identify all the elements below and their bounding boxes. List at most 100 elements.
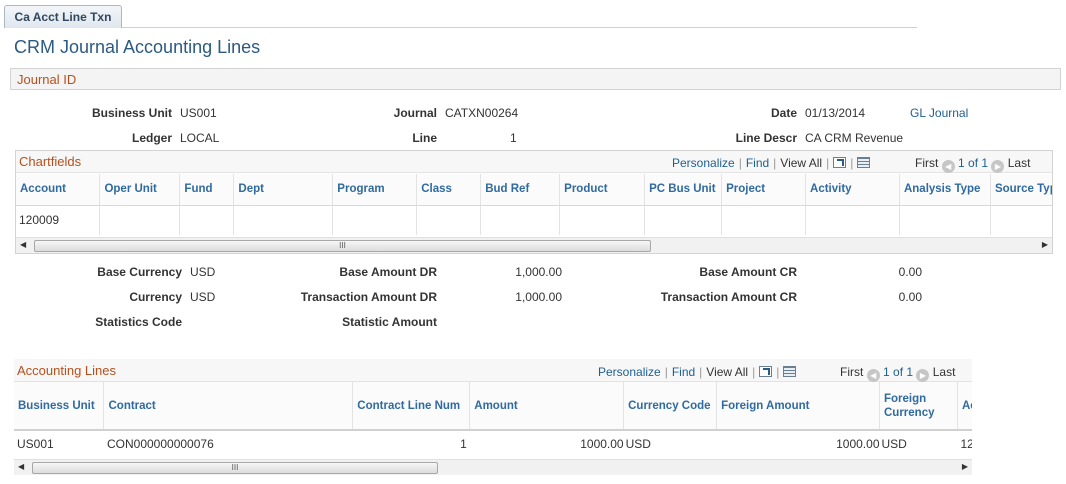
- accounting-lines-title: Accounting Lines: [17, 363, 117, 378]
- table-cell: [559, 205, 646, 235]
- download-grid-icon[interactable]: [783, 366, 797, 377]
- chartfields-grid-nav: Personalize | Find | View All | |: [672, 156, 871, 170]
- column-header[interactable]: PC Bus Unit: [644, 174, 723, 206]
- journal-label: Journal: [393, 106, 437, 120]
- accounting-lines-grid: Accounting Lines Personalize | Find | View A…: [14, 359, 972, 479]
- chartfields-grid-header: Chartfields Personalize | Find | View All | | …: [16, 151, 1052, 173]
- scrollbar-thumb[interactable]: III: [34, 240, 651, 252]
- chartfields-range: 1 of 1: [958, 156, 989, 170]
- base-amount-cr-label: Base Amount CR: [699, 265, 797, 279]
- scroll-right-icon[interactable]: ▶: [962, 462, 968, 471]
- accounting-lines-last-label: Last: [932, 365, 956, 379]
- column-header[interactable]: Currency Code: [623, 382, 718, 431]
- chartfields-first-label: First: [915, 156, 939, 170]
- column-header[interactable]: Dept: [233, 174, 334, 206]
- chartfields-last-label: Last: [1007, 156, 1031, 170]
- accounting-lines-view-all-link[interactable]: View All: [706, 365, 748, 379]
- accounting-lines-range: 1 of 1: [883, 365, 914, 379]
- column-header[interactable]: Program: [332, 174, 418, 206]
- table-cell: [480, 205, 561, 235]
- table-cell: [899, 205, 991, 235]
- accounting-lines-header-row: Business Unit Contract Contract Line Num…: [14, 382, 972, 431]
- line-value: 1: [510, 131, 517, 145]
- chartfields-grid: Chartfields Personalize | Find | View All | | …: [15, 150, 1053, 254]
- base-currency-value: USD: [190, 265, 216, 279]
- chartfields-horizontal-scrollbar[interactable]: ◀ III ▶: [16, 237, 1052, 253]
- accounting-lines-first-label: First: [840, 365, 864, 379]
- scroll-right-icon[interactable]: ▶: [1042, 240, 1048, 249]
- column-header[interactable]: Activity: [805, 174, 900, 206]
- column-header[interactable]: Account: [16, 174, 101, 206]
- accounting-lines-horizontal-scrollbar[interactable]: ◀ III ▶: [14, 459, 972, 475]
- base-currency-label: Base Currency: [97, 265, 182, 279]
- table-row: 120009: [16, 205, 1052, 235]
- currency-label: Currency: [129, 290, 182, 304]
- column-header[interactable]: Project: [721, 174, 807, 206]
- foreign-amount-cell: 1000.00: [836, 437, 880, 451]
- table-cell: [644, 205, 723, 235]
- previous-arrow-icon[interactable]: ◀: [941, 160, 955, 173]
- accounting-lines-table-viewport: Business Unit Contract Contract Line Num…: [14, 382, 972, 459]
- column-header[interactable]: Class: [416, 174, 482, 206]
- accounting-lines-find-link[interactable]: Find: [672, 365, 695, 379]
- chartfields-view-all-link[interactable]: View All: [780, 156, 822, 170]
- base-amount-cr-value: 0.00: [898, 265, 922, 279]
- chartfields-personalize-link[interactable]: Personalize: [672, 156, 735, 170]
- column-header[interactable]: Bud Ref: [480, 174, 561, 206]
- chartfields-find-link[interactable]: Find: [746, 156, 769, 170]
- date-label: Date: [770, 106, 797, 120]
- transaction-amount-cr-label: Transaction Amount CR: [660, 290, 797, 304]
- table-row: US001 CON000000000076 1 1000.00 USD 1000…: [14, 430, 972, 457]
- column-header[interactable]: Product: [559, 174, 646, 206]
- column-header[interactable]: Business Unit: [14, 382, 105, 431]
- table-cell: [99, 205, 181, 235]
- contract-cell: CON000000000076: [106, 437, 214, 451]
- journal-value: CATXN00264: [445, 106, 519, 120]
- table-cell: 12: [960, 437, 972, 451]
- foreign-currency-cell: USD: [881, 437, 907, 451]
- zoom-icon[interactable]: [759, 366, 773, 377]
- base-amount-dr-label: Base Amount DR: [339, 265, 437, 279]
- accounting-lines-pager: First ◀ 1 of 1 ▶ Last: [840, 365, 955, 382]
- page-title: CRM Journal Accounting Lines: [14, 37, 261, 57]
- next-arrow-icon[interactable]: ▶: [916, 369, 930, 382]
- contract-line-num-cell: 1: [460, 437, 467, 451]
- accounting-lines-personalize-link[interactable]: Personalize: [598, 365, 661, 379]
- line-descr-label: Line Descr: [735, 131, 797, 145]
- column-header[interactable]: Fund: [179, 174, 235, 206]
- business-unit-label: Business Unit: [91, 106, 172, 120]
- line-descr-value: CA CRM Revenue: [805, 131, 904, 145]
- base-amount-dr-value: 1,000.00: [515, 265, 562, 279]
- column-header[interactable]: Oper Unit: [99, 174, 181, 206]
- table-cell: [332, 205, 418, 235]
- table-cell: [805, 205, 900, 235]
- scroll-left-icon[interactable]: ◀: [18, 462, 24, 471]
- account-cell: 120009: [16, 205, 101, 235]
- next-arrow-icon[interactable]: ▶: [991, 160, 1005, 173]
- scrollbar-thumb[interactable]: III: [32, 462, 438, 474]
- column-header[interactable]: Amount: [469, 382, 625, 431]
- journal-id-section-title: Journal ID: [17, 72, 77, 87]
- column-header[interactable]: Contract: [103, 382, 354, 431]
- gl-journal-link[interactable]: GL Journal: [910, 106, 968, 120]
- date-value: 01/13/2014: [805, 106, 866, 120]
- column-header[interactable]: Foreign Amount: [716, 382, 880, 431]
- zoom-icon[interactable]: [833, 157, 847, 168]
- tab-ca-acct-line-txn[interactable]: Ca Acct Line Txn: [4, 5, 122, 28]
- scroll-left-icon[interactable]: ◀: [20, 240, 26, 249]
- table-cell: [990, 205, 1052, 235]
- previous-arrow-icon[interactable]: ◀: [866, 369, 880, 382]
- column-header[interactable]: Contract Line Num: [352, 382, 471, 431]
- chartfields-header-row: Account Oper Unit Fund Dept Program Clas…: [16, 174, 1052, 206]
- column-header[interactable]: Ac: [957, 382, 972, 431]
- statistic-amount-label: Statistic Amount: [342, 315, 437, 329]
- accounting-lines-grid-nav: Personalize | Find | View All | |: [598, 365, 797, 379]
- accounting-lines-table: Business Unit Contract Contract Line Num…: [14, 382, 972, 457]
- download-grid-icon[interactable]: [857, 157, 871, 168]
- column-header[interactable]: Source Typ: [990, 174, 1052, 206]
- ledger-label: Ledger: [131, 131, 172, 145]
- column-header[interactable]: Analysis Type: [899, 174, 991, 206]
- column-header[interactable]: Foreign Currency: [879, 382, 958, 431]
- tab-divider: [122, 27, 917, 28]
- ledger-value: LOCAL: [180, 131, 220, 145]
